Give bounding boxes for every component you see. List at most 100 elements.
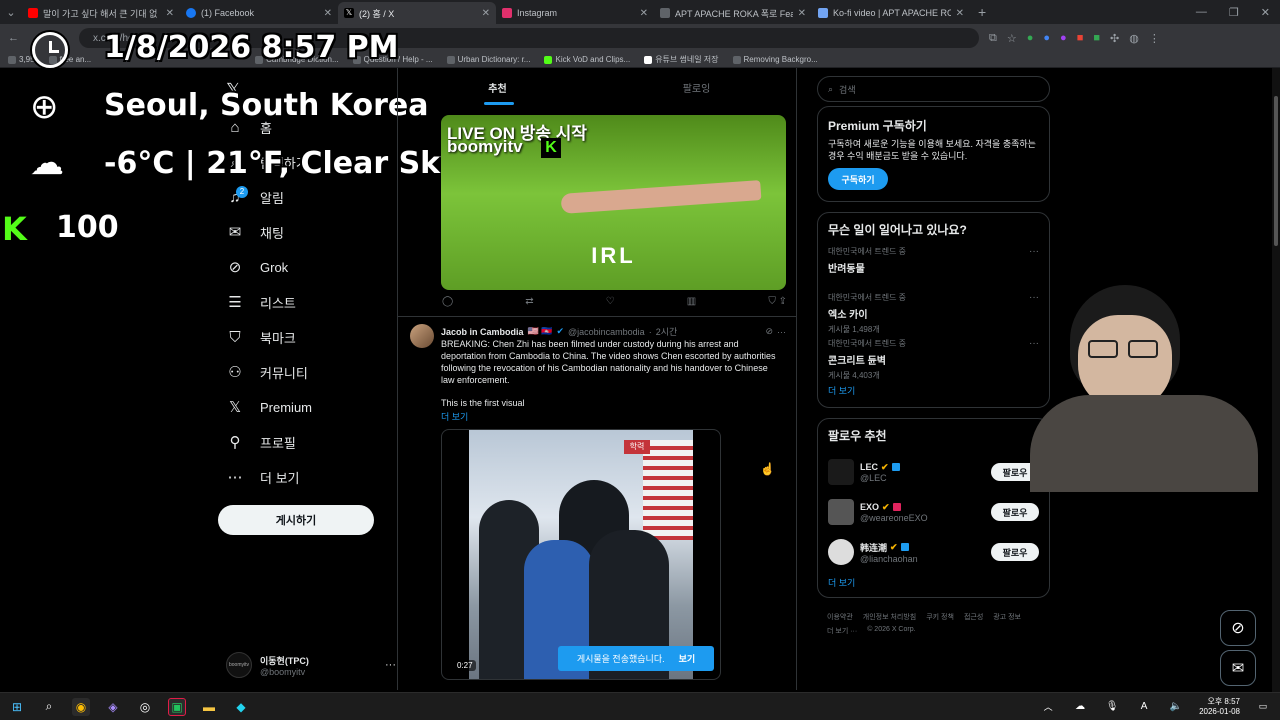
notification-icon[interactable]: ▭ xyxy=(1254,698,1272,716)
grok-icon[interactable]: ⊘ xyxy=(765,326,773,337)
extension-icon[interactable]: ● xyxy=(1060,32,1067,44)
bookmark-item[interactable]: Urban Dictionary: r... xyxy=(446,55,530,64)
nav-item-5[interactable]: ☰ 리스트 xyxy=(226,290,296,314)
profile-avatar-icon[interactable]: ◍ xyxy=(1129,32,1139,45)
taskbar-clock[interactable]: 오후 8:57 2026-01-08 xyxy=(1199,697,1240,717)
maximize-icon[interactable]: ❐ xyxy=(1229,6,1239,19)
footer-link[interactable]: 더 보기 ··· xyxy=(827,626,857,636)
nav-item-3[interactable]: ✉ 채팅 xyxy=(226,220,284,244)
file-explorer-icon[interactable]: ▬ xyxy=(200,698,218,716)
search-input[interactable]: ⌕ 검색 xyxy=(817,76,1050,102)
bookmark-item[interactable]: Kick VoD and Clips... xyxy=(544,55,630,64)
follow-suggestion[interactable]: 韩连潮 ✔ @lianchaohan 팔로우 xyxy=(828,532,1039,572)
browser-tab-apt[interactable]: APT APACHE ROKA 폭로 Feat ✕ xyxy=(654,2,812,24)
tab-for-you[interactable]: 추천 xyxy=(398,68,597,106)
nav-item-2[interactable]: ♫ 알림 xyxy=(226,185,284,209)
menu-kebab-icon[interactable]: ⋮ xyxy=(1149,32,1160,45)
close-icon[interactable]: ✕ xyxy=(640,8,648,19)
nav-item-7[interactable]: ⚇ 커뮤니티 xyxy=(226,360,308,384)
nav-item-10[interactable]: ⋯ 더 보기 xyxy=(226,465,300,489)
minimize-icon[interactable]: — xyxy=(1196,6,1207,18)
page-scrollbar[interactable] xyxy=(1272,68,1280,692)
account-switcher[interactable]: boomyitv 이동현(TPC) @boomyitv ··· xyxy=(226,652,396,678)
back-icon[interactable]: ← xyxy=(8,32,19,44)
show-more-link[interactable]: 더 보기 xyxy=(441,410,468,423)
browser-tab-youtube[interactable]: 말이 가고 싶다 해서 큰 기대 없 ✕ xyxy=(22,2,180,24)
trends-show-more[interactable]: 더 보기 xyxy=(828,384,1039,397)
footer-link[interactable]: 이용약관 xyxy=(827,612,853,622)
tray-app-icon[interactable]: ☁ xyxy=(1071,698,1089,716)
app-icon[interactable]: ▣ xyxy=(168,697,186,716)
extensions-puzzle-icon[interactable]: ✣ xyxy=(1110,32,1119,45)
nav-item-4[interactable]: ⊘ Grok xyxy=(226,255,288,279)
close-icon[interactable]: ✕ xyxy=(956,8,964,19)
extension-icon[interactable]: ■ xyxy=(1077,32,1084,44)
toast-view-link[interactable]: 보기 xyxy=(679,652,696,665)
post-handle[interactable]: @jacobincambodia xyxy=(568,327,645,337)
ime-icon[interactable]: A xyxy=(1135,698,1153,716)
nav-item-8[interactable]: 𝕏 Premium xyxy=(226,395,312,419)
live-stream-card[interactable]: LIVE ON 방송 시작 boomyitv K IRL xyxy=(441,115,786,290)
browser-tab-kofi[interactable]: Ko-fi video | APT APACHE ROKA✕ xyxy=(812,2,970,24)
windows-start-icon[interactable]: ⊞ xyxy=(8,698,26,716)
volume-icon[interactable]: 🔈 xyxy=(1167,698,1185,716)
follow-suggestion[interactable]: EXO ✔ @weareoneEXO 팔로우 xyxy=(828,492,1039,532)
discord-icon[interactable]: ◈ xyxy=(104,698,122,716)
trend-item[interactable]: 대한민국에서 트렌드 중 콘크리트 듄벽 게시물 4,403개 ··· xyxy=(828,338,1039,382)
nav-item-9[interactable]: ⚲ 프로필 xyxy=(226,430,296,454)
browser-tab-instagram[interactable]: Instagram ✕ xyxy=(496,2,654,24)
trend-item[interactable]: 대한민국에서 트렌드 중 엑소 카이 게시물 1,498개 ··· xyxy=(828,292,1039,336)
views-icon[interactable]: ▥ xyxy=(687,296,696,307)
subscribe-button[interactable]: 구독하기 xyxy=(828,168,888,190)
footer-link[interactable]: 쿠키 정책 xyxy=(926,612,954,622)
follow-show-more[interactable]: 더 보기 xyxy=(828,576,1039,589)
bookmark-item[interactable]: Removing Backgro... xyxy=(732,55,818,64)
cast-icon[interactable]: ⧉ xyxy=(989,32,997,45)
tray-chevron-icon[interactable]: ︿ xyxy=(1039,698,1057,716)
app-icon[interactable]: ◆ xyxy=(232,698,250,716)
footer-link[interactable]: 광고 정보 xyxy=(993,612,1021,622)
tab-following[interactable]: 팔로잉 xyxy=(597,68,796,106)
tray-mic-icon[interactable]: 🎙 xyxy=(1103,698,1121,716)
scrollbar-thumb[interactable] xyxy=(1274,96,1278,246)
post-button[interactable]: 게시하기 xyxy=(218,505,374,535)
close-icon[interactable]: ✕ xyxy=(324,8,332,19)
more-dots-icon[interactable]: ··· xyxy=(1029,246,1039,257)
bookmark-icon[interactable]: ⛉ ⇪ xyxy=(768,296,787,307)
chrome-icon[interactable]: ◉ xyxy=(72,697,90,716)
repost-icon[interactable]: ⇄ xyxy=(525,296,533,307)
browser-tab-facebook[interactable]: (1) Facebook ✕ xyxy=(180,2,338,24)
follow-suggestion[interactable]: LEC ✔ @LEC 팔로우 xyxy=(828,452,1039,492)
extension-icon[interactable]: ● xyxy=(1043,32,1050,44)
bookmark-item[interactable]: 유튜브 썸네일 저장 xyxy=(644,54,719,65)
avatar[interactable] xyxy=(828,499,854,525)
new-tab-icon[interactable]: + xyxy=(978,4,986,20)
close-icon[interactable]: ✕ xyxy=(798,8,806,19)
bookmark-star-icon[interactable]: ☆ xyxy=(1007,32,1017,45)
tab-search-icon[interactable]: ⌄ xyxy=(0,6,22,19)
close-icon[interactable]: ✕ xyxy=(166,8,174,19)
more-dots-icon[interactable]: ··· xyxy=(385,659,396,671)
post-author[interactable]: Jacob in Cambodia xyxy=(441,327,524,337)
trend-item[interactable]: 대한민국에서 트렌드 중 반려동물 ··· xyxy=(828,246,1039,290)
footer-link[interactable]: 개인정보 처리방침 xyxy=(863,612,916,622)
like-icon[interactable]: ♡ xyxy=(606,296,615,307)
grok-icon[interactable]: ⊘ xyxy=(1220,610,1256,646)
avatar[interactable] xyxy=(828,459,854,485)
video-player[interactable]: 학력 0:27 xyxy=(441,429,721,680)
messages-icon[interactable]: ✉ xyxy=(1220,650,1256,686)
reply-icon[interactable]: ◯ xyxy=(442,296,453,307)
footer-link[interactable]: 접근성 xyxy=(964,612,983,622)
bookmark-item[interactable]: 3,95 xyxy=(8,55,35,64)
obs-icon[interactable]: ◎ xyxy=(136,698,154,716)
browser-tab-x[interactable]: 𝕏 (2) 홈 / X ✕ xyxy=(338,2,496,24)
more-dots-icon[interactable]: ··· xyxy=(777,327,786,337)
post-time[interactable]: 2시간 xyxy=(656,325,678,338)
follow-button[interactable]: 팔로우 xyxy=(991,503,1039,521)
taskbar-search-icon[interactable]: ⌕ xyxy=(40,698,58,716)
window-close-icon[interactable]: ✕ xyxy=(1261,6,1270,19)
avatar[interactable] xyxy=(410,324,434,348)
nav-item-6[interactable]: ⛉ 북마크 xyxy=(226,325,296,349)
follow-button[interactable]: 팔로우 xyxy=(991,543,1039,561)
extension-icon[interactable]: ■ xyxy=(1093,32,1100,44)
